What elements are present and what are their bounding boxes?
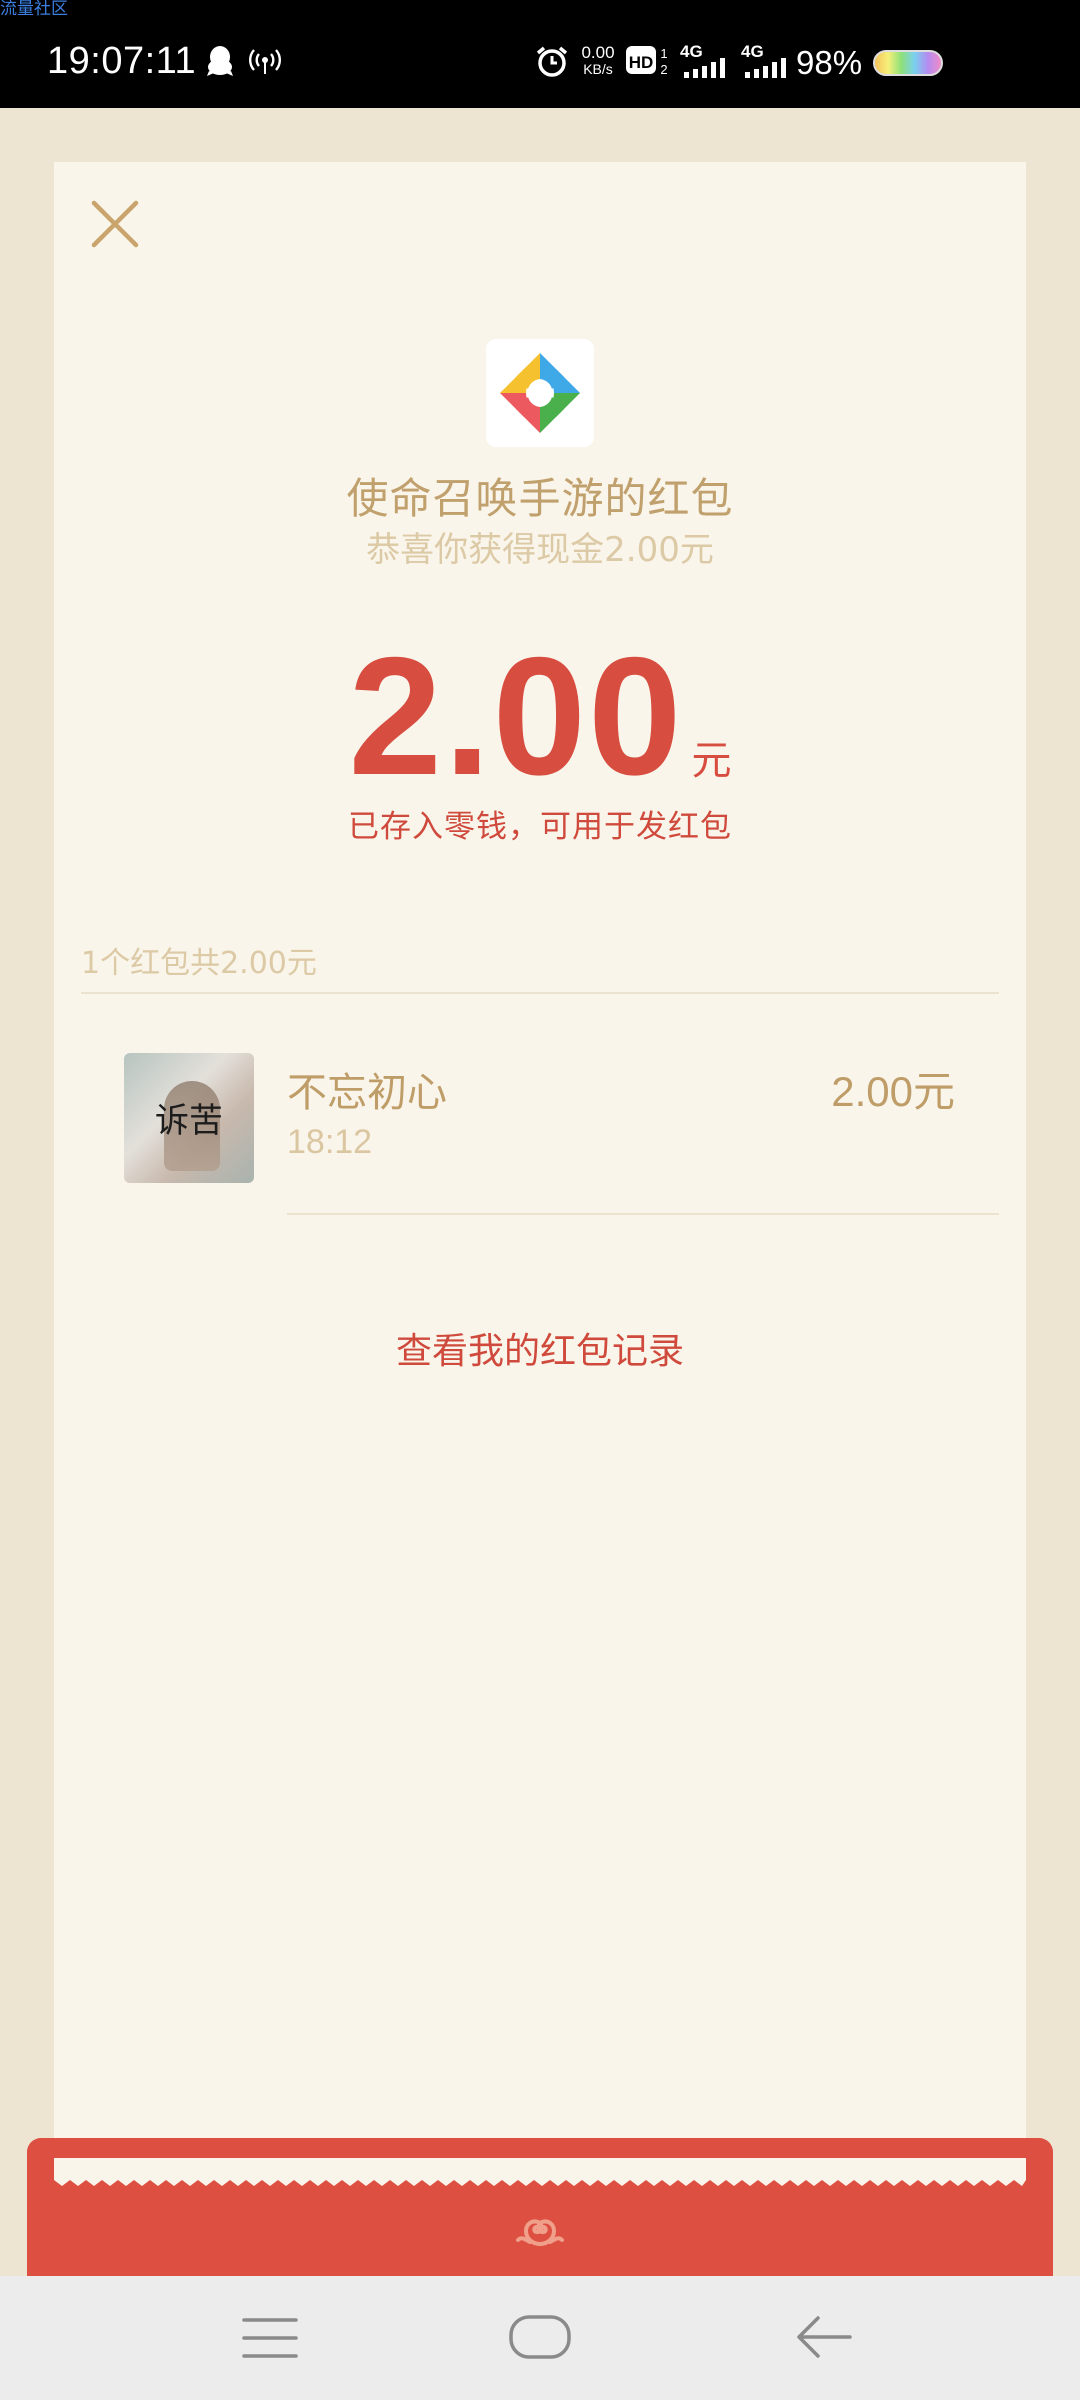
receiver-amount: 2.00元 xyxy=(831,1068,955,1115)
packet-subtitle: 恭喜你获得现金2.00元 xyxy=(366,530,714,570)
close-icon[interactable] xyxy=(86,195,144,253)
back-icon[interactable] xyxy=(796,2312,852,2362)
receiver-time: 18:12 xyxy=(287,1123,373,1161)
row-divider xyxy=(287,1213,999,1215)
battery-percent: 98% xyxy=(796,44,863,81)
signal-icon-2 xyxy=(745,58,786,78)
receiver-name: 不忘初心 xyxy=(287,1070,447,1116)
packet-summary: 1个红包共2.00元 xyxy=(81,946,317,981)
home-icon[interactable] xyxy=(508,2312,572,2362)
auspicious-cloud-icon xyxy=(516,2219,564,2246)
envelope-serrated-edge xyxy=(54,2158,1026,2186)
net-speed-unit: KB/s xyxy=(583,61,613,77)
app-logo xyxy=(486,339,594,447)
signal-icon xyxy=(684,58,725,78)
view-history-link[interactable]: 查看我的红包记录 xyxy=(0,1322,1080,1374)
svg-text:1: 1 xyxy=(660,46,667,61)
svg-text:HD: HD xyxy=(629,53,654,72)
svg-text:2: 2 xyxy=(660,62,667,77)
alarm-icon xyxy=(536,46,568,77)
status-bar: 19:07:11 0.00 KB/s HD 1 2 4G 4G 98% xyxy=(0,0,1080,108)
saved-note: 已存入零钱，可用于发红包 xyxy=(348,809,732,845)
summary-divider xyxy=(81,992,999,994)
hotspot-icon xyxy=(249,49,281,74)
battery-icon xyxy=(873,50,943,76)
net-speed: 0.00 KB/s xyxy=(576,44,620,78)
qq-icon xyxy=(207,46,233,76)
net-speed-value: 0.00 xyxy=(581,43,615,62)
amount-value: 2.00 xyxy=(348,622,684,810)
menu-icon[interactable] xyxy=(242,2316,298,2360)
avatar-text: 诉苦 xyxy=(155,1101,223,1141)
hd-icon: HD 1 2 xyxy=(626,46,668,77)
watermark-text: 流量社区 xyxy=(0,0,68,19)
packet-title: 使命召唤手游的红包 xyxy=(346,474,734,523)
avatar[interactable]: 诉苦 xyxy=(124,1053,254,1183)
amount-unit: 元 xyxy=(691,738,732,784)
game-logo-icon xyxy=(500,353,580,433)
amount-display: 2.00 元 xyxy=(0,620,1080,813)
status-time: 19:07:11 xyxy=(47,40,197,82)
